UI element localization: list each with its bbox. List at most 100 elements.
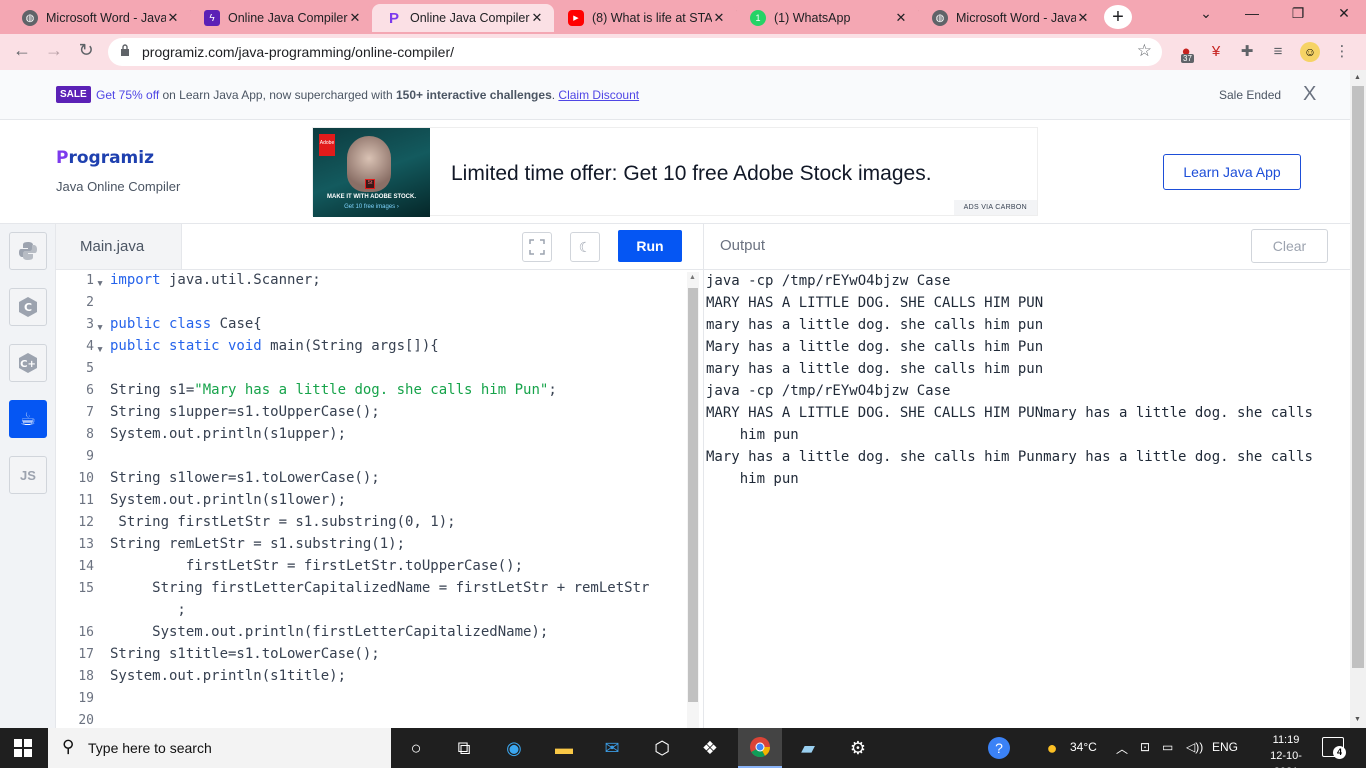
editor-scrollbar-thumb[interactable] — [688, 288, 698, 702]
close-tab-icon[interactable]: ✕ — [166, 10, 180, 26]
code-line[interactable]: public class Case{ — [110, 316, 262, 332]
mail-icon[interactable]: ✉ — [600, 736, 624, 760]
temperature[interactable]: 34°C — [1070, 740, 1097, 754]
code-line[interactable]: String firstLetterCapitalizedName = firs… — [110, 580, 649, 596]
weather-sun-icon[interactable]: ● — [1040, 736, 1064, 760]
close-tab-icon[interactable]: ✕ — [712, 10, 726, 26]
code-editor[interactable]: 1 ▾ 2 3 ▾ 4 ▾ 5 6 7 8 9 10 11 12 13 14 15 16 17 18 19 20 impor… — [56, 270, 703, 728]
battery-icon[interactable]: ▭ — [1162, 740, 1173, 754]
clear-button[interactable]: Clear — [1251, 229, 1328, 263]
help-icon[interactable]: ? — [988, 737, 1010, 759]
clock[interactable]: 11:19 12-10-2021 — [1262, 732, 1310, 768]
ad-image[interactable]: Adobe St MAKE IT WITH ADOBE STOCK. Get 1… — [313, 128, 430, 217]
task-view-icon[interactable]: ⧉ — [452, 736, 476, 760]
file-tab-main-java[interactable]: Main.java — [56, 224, 182, 269]
extension-y-icon[interactable]: ¥ — [1206, 42, 1226, 62]
lock-icon — [121, 44, 129, 56]
cpp-icon[interactable]: C+ — [9, 344, 47, 382]
ads-via-carbon-link[interactable]: ADS VIA CARBON — [953, 200, 1037, 215]
cpp-logo-icon: C+ — [19, 353, 37, 373]
chrome-icon[interactable] — [748, 736, 772, 760]
reload-icon[interactable]: ↻ — [74, 40, 98, 61]
file-explorer-icon[interactable]: ▬ — [552, 736, 576, 760]
claim-discount-link[interactable]: Claim Discount — [558, 88, 639, 102]
tab-search-icon[interactable]: ⌄ — [1186, 5, 1226, 22]
store-icon[interactable]: ⬡ — [650, 736, 674, 760]
code-line[interactable]: String s1="Mary has a little dog. she ca… — [110, 382, 557, 398]
edge-icon[interactable]: ◉ — [502, 736, 526, 760]
programiz-logo[interactable]: Programiz — [56, 148, 154, 168]
volume-icon[interactable]: ◁)) — [1186, 740, 1203, 754]
browser-tab[interactable]: ◍ Microsoft Word - Java ✕ — [918, 4, 1100, 32]
settings-gear-icon[interactable]: ⚙ — [846, 736, 870, 760]
java-icon[interactable]: ☕ — [9, 400, 47, 438]
browser-tab[interactable]: ϟ Online Java Compiler ✕ — [190, 4, 372, 32]
windows-start-icon[interactable] — [14, 739, 32, 757]
code-token: "Mary has a little dog. she calls him Pu… — [194, 382, 549, 398]
dropbox-icon[interactable]: ❖ — [698, 736, 722, 760]
ad-text[interactable]: Limited time offer: Get 10 free Adobe St… — [451, 162, 932, 186]
code-line[interactable]: public static void main(String args[]){ — [110, 338, 439, 354]
close-tab-icon[interactable]: ✕ — [530, 10, 544, 26]
code-line[interactable]: String s1lower=s1.toLowerCase(); — [110, 470, 380, 486]
code-line[interactable]: String remLetStr = s1.substring(1); — [110, 536, 405, 552]
js-icon[interactable]: JS — [9, 456, 47, 494]
close-tab-icon[interactable]: ✕ — [1076, 10, 1090, 26]
code-line[interactable]: import java.util.Scanner; — [110, 272, 321, 288]
language-sidebar: C C+ ☕ JS — [0, 224, 56, 728]
puzzle-icon[interactable]: ✚ — [1237, 42, 1257, 62]
carbon-ad[interactable]: Adobe St MAKE IT WITH ADOBE STOCK. Get 1… — [312, 127, 1038, 217]
adobe-logo: Adobe — [319, 134, 335, 156]
code-line[interactable]: ; — [110, 602, 185, 618]
close-banner-button[interactable]: X — [1303, 83, 1316, 106]
code-line[interactable]: String s1title=s1.toLowerCase(); — [110, 646, 380, 662]
code-line[interactable]: String s1upper=s1.toUpperCase(); — [110, 404, 380, 420]
forward-icon[interactable]: → — [42, 40, 66, 61]
menu-icon[interactable]: ⋮ — [1332, 42, 1352, 62]
code-line[interactable]: System.out.println(s1lower); — [110, 492, 346, 508]
fullscreen-button[interactable] — [522, 232, 552, 262]
close-tab-icon[interactable]: ✕ — [894, 10, 908, 26]
profile-avatar[interactable]: ☺ — [1300, 42, 1320, 62]
browser-tab[interactable]: ▶ (8) What is life at STAN ✕ — [554, 4, 736, 32]
c-icon[interactable]: C — [9, 288, 47, 326]
code-token: System.out.println(firstLetterCapitalize… — [110, 624, 549, 640]
page-scroll-down-icon[interactable]: ▼ — [1354, 716, 1361, 723]
fold-arrow-icon[interactable]: ▾ — [94, 276, 104, 291]
search-placeholder: Type here to search — [88, 740, 212, 756]
new-tab-button[interactable]: + — [1104, 5, 1132, 29]
close-window-icon[interactable]: ✕ — [1324, 5, 1364, 22]
taskbar-search[interactable]: ⚲ Type here to search — [48, 728, 391, 768]
code-line[interactable]: String firstLetStr = s1.substring(0, 1); — [110, 514, 455, 530]
scroll-up-icon[interactable]: ▲ — [689, 274, 696, 281]
back-icon[interactable]: ← — [10, 40, 34, 61]
clock-time: 11:19 — [1272, 734, 1300, 746]
minimize-icon[interactable]: — — [1232, 5, 1272, 21]
bookmark-star-icon[interactable]: ☆ — [1137, 41, 1152, 61]
page-scroll-up-icon[interactable]: ▲ — [1354, 74, 1361, 81]
browser-tab-active[interactable]: P Online Java Compiler ✕ — [372, 4, 554, 32]
python-icon[interactable] — [9, 232, 47, 270]
dark-mode-button[interactable]: ☾ — [570, 232, 600, 262]
code-line[interactable]: firstLetStr = firstLetStr.toUpperCase(); — [110, 558, 523, 574]
code-line[interactable]: System.out.println(firstLetterCapitalize… — [110, 624, 548, 640]
address-bar[interactable]: programiz.com/java-programming/online-co… — [108, 38, 1162, 66]
fold-arrow-icon[interactable]: ▾ — [94, 342, 104, 357]
page-scrollbar-thumb[interactable] — [1352, 86, 1364, 668]
cortana-icon[interactable]: ○ — [404, 736, 428, 760]
line-number: 11 — [78, 493, 94, 508]
code-line[interactable]: System.out.println(s1title); — [110, 668, 346, 684]
code-line[interactable]: System.out.println(s1upper); — [110, 426, 346, 442]
input-language[interactable]: ENG — [1212, 740, 1238, 754]
browser-tab[interactable]: 1 (1) WhatsApp ✕ — [736, 4, 918, 32]
browser-tab[interactable]: ◍ Microsoft Word - Java ✕ — [8, 4, 190, 32]
network-icon[interactable]: ⊡ — [1140, 740, 1150, 754]
reading-list-icon[interactable]: ≡ — [1268, 42, 1288, 62]
close-tab-icon[interactable]: ✕ — [348, 10, 362, 26]
learn-java-app-button[interactable]: Learn Java App — [1163, 154, 1301, 190]
restore-icon[interactable]: ❐ — [1278, 5, 1318, 22]
notepad-icon[interactable]: ▰ — [796, 736, 820, 760]
run-button[interactable]: Run — [618, 230, 682, 262]
show-hidden-icons[interactable]: ︿ — [1116, 740, 1128, 757]
fold-arrow-icon[interactable]: ▾ — [94, 320, 104, 335]
